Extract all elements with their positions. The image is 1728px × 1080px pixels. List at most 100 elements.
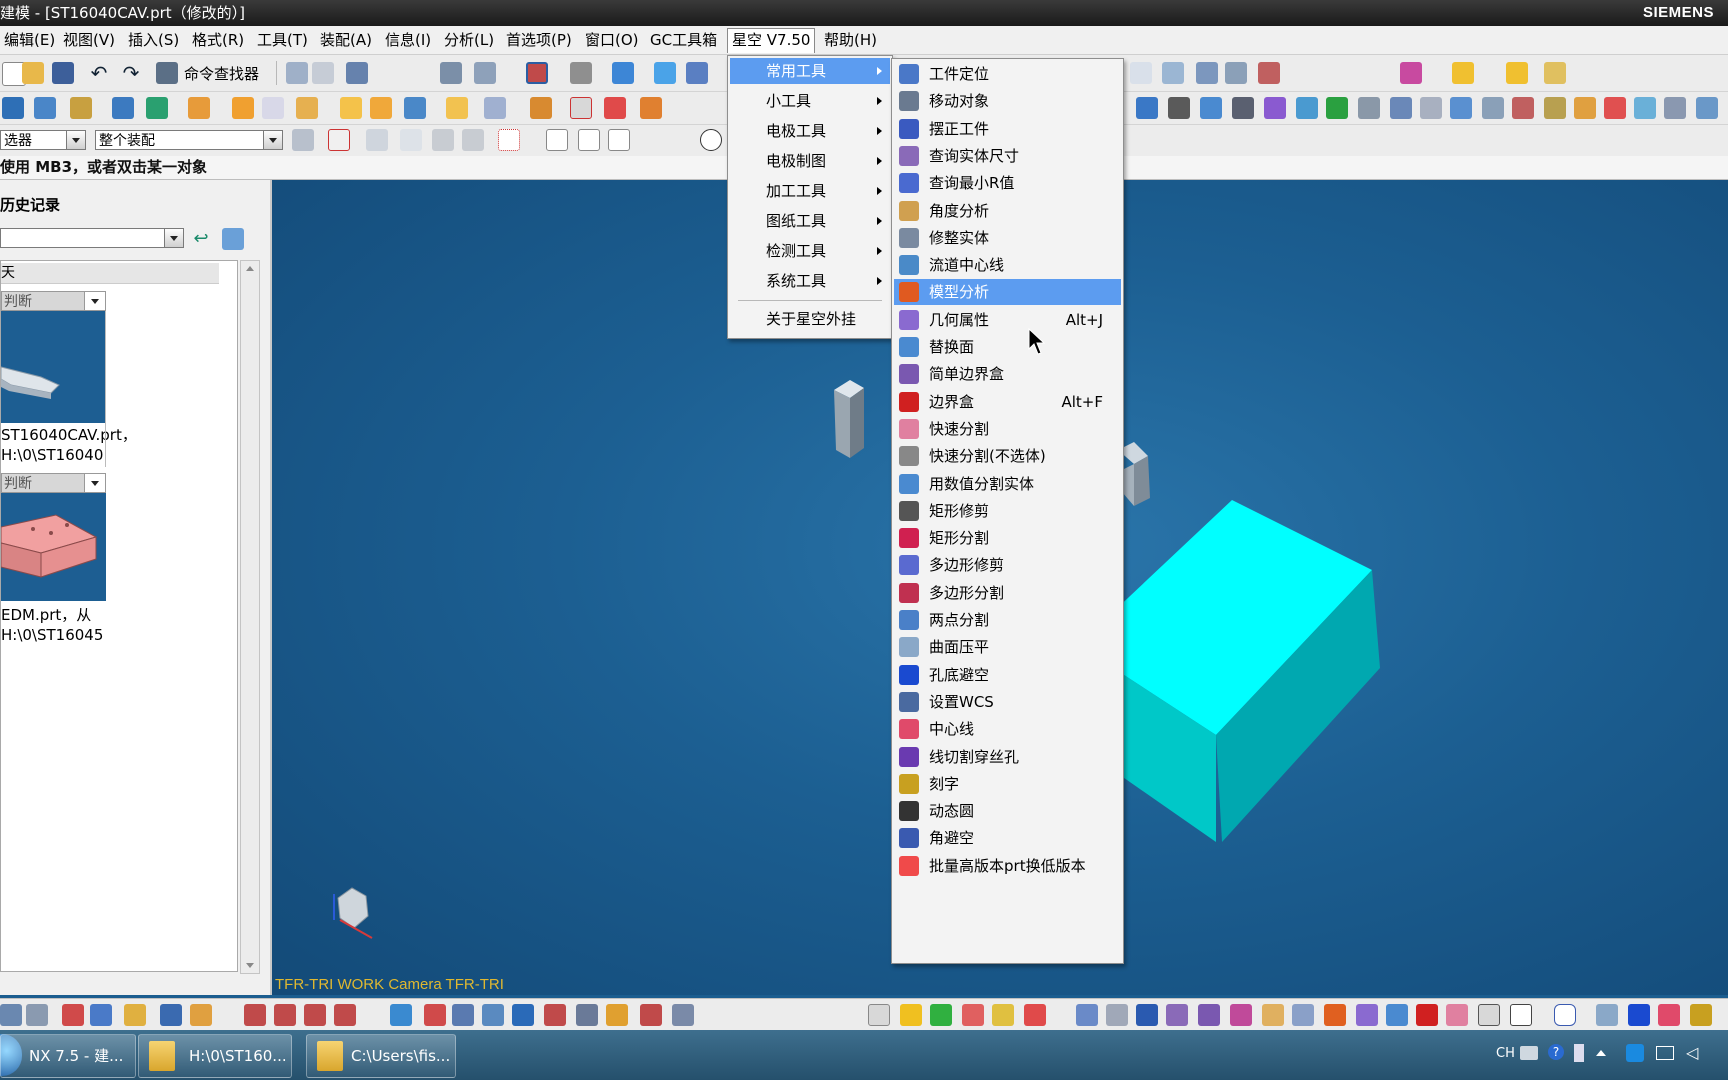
snap-endpoint-icon[interactable] bbox=[578, 129, 600, 151]
snap-point-icon[interactable] bbox=[328, 129, 350, 151]
filter-icon[interactable] bbox=[452, 1004, 474, 1026]
save-icon[interactable] bbox=[52, 62, 74, 84]
render-style-icon[interactable] bbox=[570, 62, 592, 84]
xk-angle-icon[interactable] bbox=[1262, 1004, 1284, 1026]
delete-face-icon[interactable] bbox=[604, 97, 626, 119]
fit-view-icon[interactable] bbox=[526, 62, 548, 84]
iso-view-icon[interactable] bbox=[654, 62, 676, 84]
submenu-item[interactable]: 角避空 bbox=[894, 825, 1121, 851]
stack-icon[interactable] bbox=[1512, 97, 1534, 119]
xk-replace-icon[interactable] bbox=[1386, 1004, 1408, 1026]
select-face-icon[interactable] bbox=[432, 129, 454, 151]
task-explorer-c[interactable]: C:\Users\fis... bbox=[306, 1034, 456, 1078]
menu-about-xingkong[interactable]: 关于星空外挂 bbox=[730, 306, 890, 332]
analysis-icon[interactable] bbox=[1225, 62, 1247, 84]
scroll-up-icon[interactable] bbox=[246, 266, 254, 271]
xk-size-icon[interactable] bbox=[1166, 1004, 1188, 1026]
unite-icon[interactable] bbox=[112, 97, 134, 119]
submenu-item[interactable]: 摆正工件 bbox=[894, 116, 1121, 142]
checkmark-icon[interactable] bbox=[1326, 97, 1348, 119]
selection-scope-dropdown[interactable]: 整个装配 bbox=[95, 130, 283, 150]
menu-common-tools[interactable]: 常用工具 bbox=[730, 58, 890, 84]
menu-xingkong[interactable]: 星空 V7.50 bbox=[727, 28, 816, 53]
xk-runner-icon[interactable] bbox=[1292, 1004, 1314, 1026]
xk-flatten-icon[interactable] bbox=[1596, 1004, 1618, 1026]
report-icon[interactable] bbox=[640, 1004, 662, 1026]
submenu-item[interactable]: 快速分割(不选体) bbox=[894, 443, 1121, 469]
image-options-icon[interactable] bbox=[222, 228, 244, 250]
letter-icon[interactable] bbox=[1544, 97, 1566, 119]
edit-object-icon[interactable] bbox=[286, 62, 308, 84]
submenu-item[interactable]: 矩形分割 bbox=[894, 525, 1121, 551]
back-icon[interactable]: ↩ bbox=[190, 228, 212, 250]
layer-icon[interactable] bbox=[312, 62, 334, 84]
xingkong-tool-icon[interactable] bbox=[1400, 62, 1422, 84]
cut-icon[interactable] bbox=[544, 1004, 566, 1026]
chevron-down-icon[interactable] bbox=[263, 131, 282, 149]
command-finder-button[interactable]: 命令查找器 bbox=[184, 63, 259, 84]
datum-plane-icon[interactable] bbox=[1130, 62, 1152, 84]
shaded-cube-icon[interactable] bbox=[612, 62, 634, 84]
xk-engrave-icon[interactable] bbox=[1690, 1004, 1712, 1026]
select-rectangle-icon[interactable] bbox=[498, 129, 520, 151]
menu-info[interactable]: 信息(I) bbox=[381, 29, 435, 51]
history-item-header[interactable]: 判断 bbox=[1, 291, 106, 311]
type-filter-dropdown[interactable]: 选器 bbox=[0, 130, 86, 150]
submenu-item[interactable]: 矩形修剪 bbox=[894, 498, 1121, 524]
xk-boundary-icon[interactable] bbox=[1416, 1004, 1438, 1026]
submenu-item[interactable]: 批量高版本prt换低版本 bbox=[894, 853, 1121, 879]
history-item-thumbnail[interactable] bbox=[0, 493, 106, 601]
settings-icon[interactable] bbox=[1696, 97, 1718, 119]
keyboard-icon[interactable] bbox=[1520, 1046, 1538, 1060]
offset-curve-icon[interactable] bbox=[274, 1004, 296, 1026]
submenu-item[interactable]: 模型分析 bbox=[894, 279, 1121, 306]
wireframe-icon[interactable] bbox=[686, 62, 708, 84]
book-icon[interactable] bbox=[1136, 97, 1158, 119]
hammer-icon[interactable] bbox=[606, 1004, 628, 1026]
history-filter-dropdown[interactable] bbox=[0, 228, 184, 248]
chevron-down-icon[interactable] bbox=[164, 229, 183, 247]
flag-icon[interactable] bbox=[992, 1004, 1014, 1026]
chevron-down-icon[interactable] bbox=[66, 131, 85, 149]
surface-icon[interactable] bbox=[1162, 62, 1184, 84]
menu-inspection-tools[interactable]: 检测工具 bbox=[730, 238, 890, 264]
csys-icon[interactable] bbox=[1258, 62, 1280, 84]
box-icon[interactable] bbox=[900, 1004, 922, 1026]
gear-icon[interactable] bbox=[1482, 97, 1504, 119]
menu-format[interactable]: 格式(R) bbox=[188, 29, 248, 51]
layout-icon[interactable] bbox=[1664, 97, 1686, 119]
menu-machining-tools[interactable]: 加工工具 bbox=[730, 178, 890, 204]
select-edge-icon[interactable] bbox=[462, 129, 484, 151]
submenu-item[interactable]: 多边形分割 bbox=[894, 580, 1121, 606]
datum-csys-icon[interactable] bbox=[26, 1004, 48, 1026]
command-finder-icon[interactable] bbox=[156, 62, 178, 84]
mesh-icon[interactable] bbox=[1196, 62, 1218, 84]
xk-align-icon[interactable] bbox=[1136, 1004, 1158, 1026]
pin-icon[interactable] bbox=[1200, 97, 1222, 119]
submenu-item[interactable]: 几何属性 Alt+J bbox=[894, 307, 1121, 333]
subtract-icon[interactable] bbox=[146, 97, 168, 119]
task-explorer-h[interactable]: H:\0\ST160... bbox=[138, 1034, 292, 1078]
snap-center-icon[interactable] bbox=[700, 129, 722, 151]
arc-icon[interactable] bbox=[190, 1004, 212, 1026]
menu-insert[interactable]: 插入(S) bbox=[124, 29, 183, 51]
delete-cross-icon[interactable] bbox=[1604, 97, 1626, 119]
history-scrollbar[interactable] bbox=[240, 260, 260, 974]
xk-move-icon[interactable] bbox=[1106, 1004, 1128, 1026]
menu-tools[interactable]: 工具(T) bbox=[253, 29, 312, 51]
snap-midpoint-icon[interactable] bbox=[608, 129, 630, 151]
sew-icon[interactable] bbox=[484, 97, 506, 119]
color-icon[interactable] bbox=[1024, 1004, 1046, 1026]
submenu-item[interactable]: 角度分析 bbox=[894, 198, 1121, 224]
submenu-item[interactable]: 曲面压平 bbox=[894, 634, 1121, 660]
menu-preferences[interactable]: 首选项(P) bbox=[502, 29, 576, 51]
shell-icon[interactable] bbox=[296, 97, 318, 119]
submenu-item[interactable]: 修整实体 bbox=[894, 225, 1121, 251]
sketch-icon[interactable] bbox=[440, 62, 462, 84]
menu-assembly[interactable]: 装配(A) bbox=[316, 29, 376, 51]
submenu-item[interactable]: 动态圆 bbox=[894, 798, 1121, 824]
xk-rect-icon[interactable] bbox=[1510, 1004, 1532, 1026]
xk-hole-icon[interactable] bbox=[1628, 1004, 1650, 1026]
tools-icon[interactable] bbox=[576, 1004, 598, 1026]
draft-icon[interactable] bbox=[370, 97, 392, 119]
